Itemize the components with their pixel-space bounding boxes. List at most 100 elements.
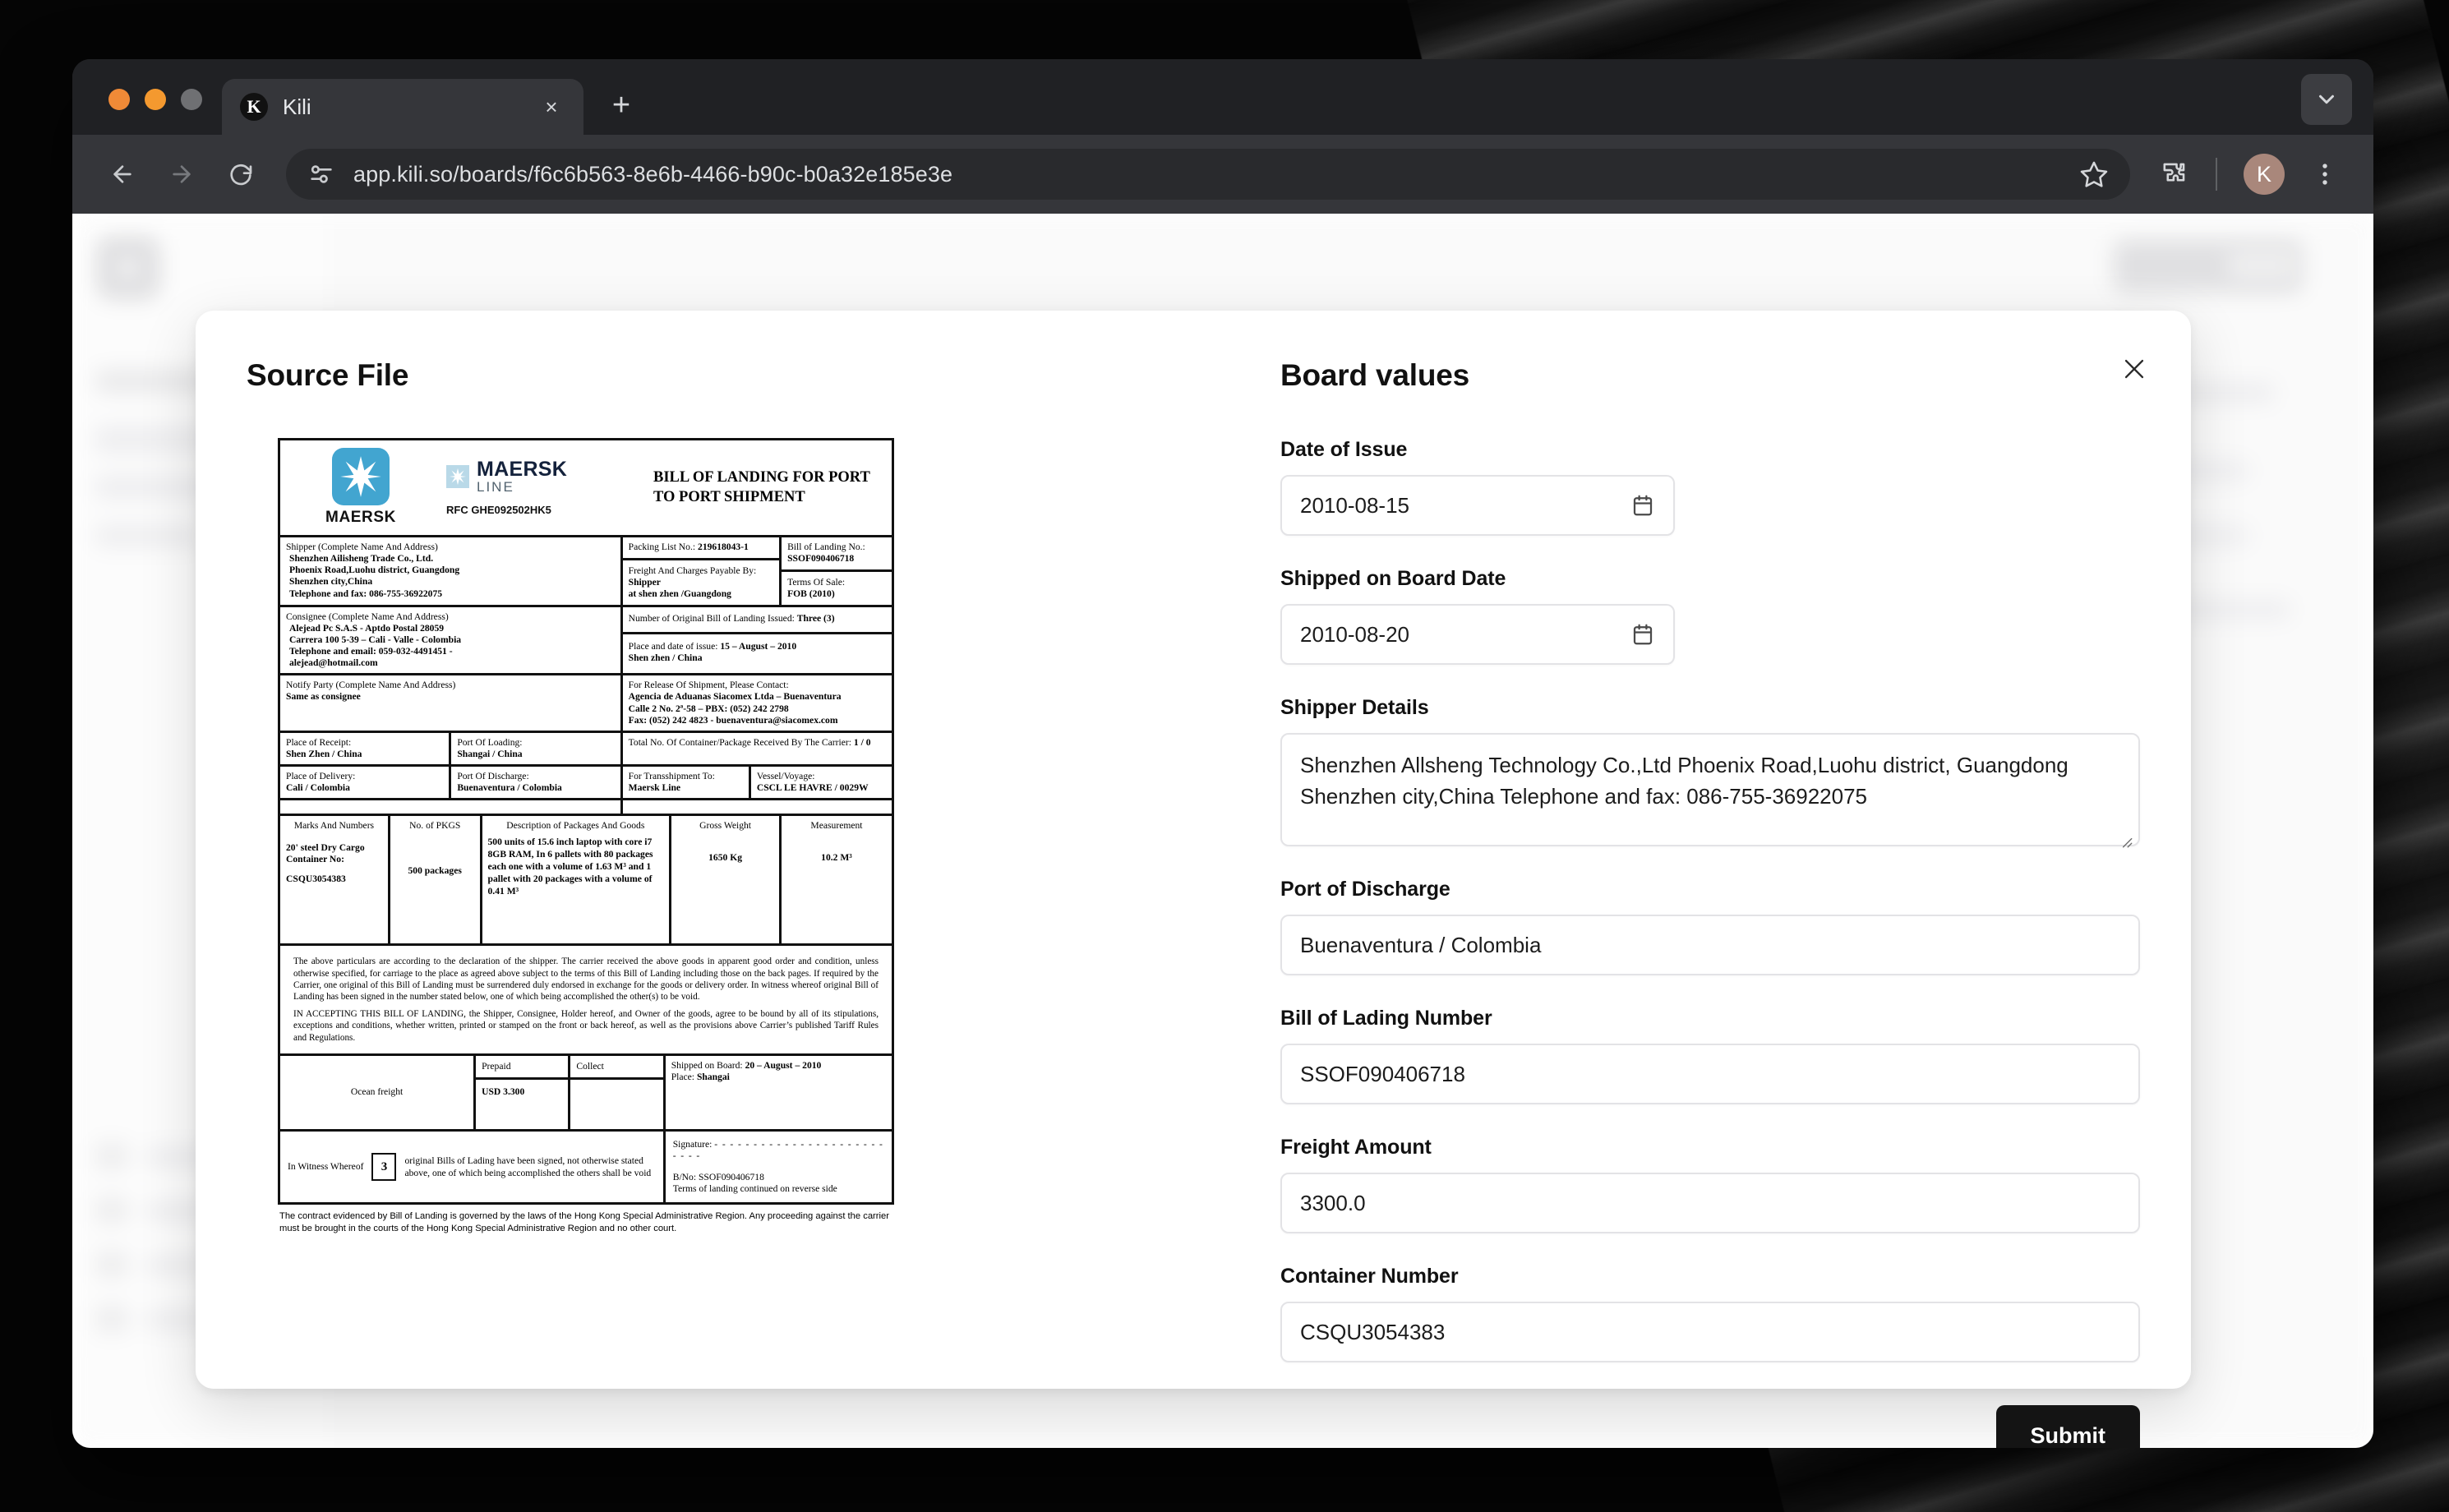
board-values-modal: Source File MAERSK MAERSK LINE RFC GHE09… <box>196 311 2191 1448</box>
collect-value <box>570 1080 662 1093</box>
bl-number-label: Bill of Landing No.: <box>787 542 865 552</box>
transshipment-value: Maersk Line <box>628 782 681 794</box>
port-of-discharge-value: Buenaventura / Colombia <box>1300 932 1542 957</box>
originals-value: Three (3) <box>796 612 835 624</box>
board-values-title: Board values <box>1280 358 1469 392</box>
document-header: MAERSK MAERSK LINE RFC GHE092502HK5 BILL… <box>280 440 892 537</box>
label-container-number: Container Number <box>1280 1265 1459 1288</box>
shipped-place-label: Place: <box>671 1072 695 1083</box>
browser-menu-icon[interactable] <box>2301 150 2349 198</box>
site-settings-icon[interactable] <box>307 160 335 188</box>
bill-of-lading-number-input[interactable]: SSOF090406718 <box>1280 1044 2140 1104</box>
bno-value: SSOF090406718 <box>698 1172 764 1183</box>
release-label: For Release Of Shipment, Please Contact: <box>628 680 789 691</box>
resize-grip-icon[interactable] <box>2119 826 2133 848</box>
browser-tab-strip: K Kili × + <box>72 59 2373 135</box>
document-footer-note: The contract evidenced by Bill of Landin… <box>279 1211 889 1233</box>
witness-count-box: 3 <box>371 1153 397 1182</box>
accepting-text: IN ACCEPTING THIS BILL OF LANDING, the S… <box>293 1009 879 1043</box>
container-number-input[interactable]: CSQU3054383 <box>1280 1302 2140 1362</box>
field-container-number: Container Number CSQU3054383 <box>1280 1265 2140 1362</box>
close-icon[interactable] <box>2112 347 2156 391</box>
pkgs-value: 500 packages <box>408 864 462 876</box>
field-freight-amount: Freight Amount 3300.0 <box>1280 1136 2140 1233</box>
prepaid-value: USD 3.300 <box>482 1086 525 1098</box>
particulars-text: The above particulars are according to t… <box>293 957 879 1003</box>
terms-of-sale-label: Terms Of Sale: <box>787 577 846 588</box>
release-value: Agencia de Aduanas Siacomex Ltda – Buena… <box>628 691 842 726</box>
place-date-issue-line2: Shen zhen / China <box>628 652 703 663</box>
consignee-label: Consignee (Complete Name And Address) <box>286 611 449 622</box>
browser-toolbar: app.kili.so/boards/f6c6b563-8e6b-4466-b9… <box>72 135 2373 214</box>
place-date-issue-label: Place and date of issue: <box>628 640 718 652</box>
shipped-on-board-label: Shipped on Board: <box>671 1059 743 1071</box>
minimize-window-button[interactable] <box>145 89 166 110</box>
address-bar[interactable]: app.kili.so/boards/f6c6b563-8e6b-4466-b9… <box>286 149 2130 200</box>
browser-window: K Kili × + app.kili.so/boards/f6c6b563-8… <box>72 59 2373 1448</box>
measurement-value: 10.2 M³ <box>821 851 852 863</box>
maersk-star-icon <box>332 448 390 506</box>
date-of-issue-input[interactable]: 2010-08-15 <box>1280 475 1675 536</box>
label-date-of-issue: Date of Issue <box>1280 438 1408 461</box>
new-tab-icon[interactable]: + <box>598 82 644 128</box>
port-of-discharge-input[interactable]: Buenaventura / Colombia <box>1280 915 2140 975</box>
goods-header-pkgs: No. of PKGS <box>409 820 461 832</box>
place-receipt-value: Shen Zhen / China <box>286 748 362 759</box>
shipped-on-board-value: 20 – August – 2010 <box>745 1059 822 1071</box>
goods-header-measurement: Measurement <box>810 820 863 832</box>
goods-header-weight: Gross Weight <box>699 820 752 832</box>
prepaid-label: Prepaid <box>476 1056 569 1081</box>
tab-search-chevron-down-icon[interactable] <box>2301 74 2352 125</box>
goods-table-row: Marks And Numbers 20' steel Dry Cargo Co… <box>280 816 892 947</box>
description-value: 500 units of 15.6 inch laptop with core … <box>487 836 653 897</box>
source-file-pane: Source File MAERSK MAERSK LINE RFC GHE09… <box>247 358 1251 1349</box>
field-bill-of-lading-number: Bill of Lading Number SSOF090406718 <box>1280 1007 2140 1104</box>
forward-icon[interactable] <box>156 149 207 200</box>
maersk-wordmark: MAERSK <box>325 509 396 527</box>
shipped-on-board-date-input[interactable]: 2010-08-20 <box>1280 604 1675 665</box>
shipper-details-textarea[interactable]: Shenzhen Allsheng Technology Co.,Ltd Pho… <box>1280 733 2140 848</box>
terms-of-sale-value: FOB (2010) <box>787 588 835 600</box>
extensions-puzzle-icon[interactable] <box>2150 150 2198 198</box>
calendar-icon[interactable] <box>1630 493 1655 518</box>
calendar-icon[interactable] <box>1630 622 1655 647</box>
notify-value: Same as consignee <box>286 691 361 703</box>
back-icon[interactable] <box>97 149 148 200</box>
witness-suffix: original Bills of Lading have been signe… <box>404 1155 652 1179</box>
place-date-issue-value: 15 – August – 2010 <box>720 640 797 652</box>
terms-reverse-note: Terms of landing continued on reverse si… <box>672 1183 837 1195</box>
container-number-value: CSQU3054383 <box>1300 1319 1446 1344</box>
place-delivery-label: Place of Delivery: <box>286 771 356 782</box>
transshipment-label: For Transshipment To: <box>628 771 715 782</box>
port-loading-label: Port Of Loading: <box>457 736 523 748</box>
place-delivery-value: Cali / Colombia <box>286 782 350 794</box>
shipper-row: Shipper (Complete Name And Address) Shen… <box>280 537 892 607</box>
submit-row: Submit <box>1280 1405 2140 1448</box>
label-shipped-on-board-date: Shipped on Board Date <box>1280 567 1506 590</box>
date-of-issue-value: 2010-08-15 <box>1300 492 1409 518</box>
avatar[interactable]: K <box>2244 154 2285 195</box>
browser-tab[interactable]: K Kili × <box>222 79 583 135</box>
close-window-button[interactable] <box>108 89 130 110</box>
total-containers-label: Total No. Of Container/Package Received … <box>628 736 851 748</box>
shipped-place-value: Shangai <box>696 1072 730 1083</box>
bookmark-star-icon[interactable] <box>2079 159 2109 189</box>
maximize-window-button[interactable] <box>181 89 202 110</box>
close-tab-icon[interactable]: × <box>537 93 565 121</box>
toolbar-divider <box>2216 158 2217 191</box>
kili-favicon-icon: K <box>240 93 268 121</box>
maersk-mini-star-icon <box>446 464 469 488</box>
tab-title: Kili <box>283 94 311 119</box>
source-file-title: Source File <box>247 358 409 392</box>
marks-value: 20' steel Dry Cargo Container No: <box>286 841 365 864</box>
freight-amount-input[interactable]: 3300.0 <box>1280 1173 2140 1233</box>
shipper-details-value: Shenzhen Allsheng Technology Co.,Ltd Pho… <box>1300 753 2069 809</box>
bno-label: B/No: <box>672 1172 697 1183</box>
port-loading-value: Shangai / China <box>457 748 523 759</box>
reload-icon[interactable] <box>215 149 266 200</box>
maersk-line-title: MAERSK <box>477 457 568 481</box>
goods-header-description: Description of Packages And Goods <box>506 820 645 832</box>
submit-button[interactable]: Submit <box>1995 1405 2140 1448</box>
page-viewport: Source File MAERSK MAERSK LINE RFC GHE09… <box>72 214 2373 1448</box>
empty-strip-row <box>280 800 892 817</box>
